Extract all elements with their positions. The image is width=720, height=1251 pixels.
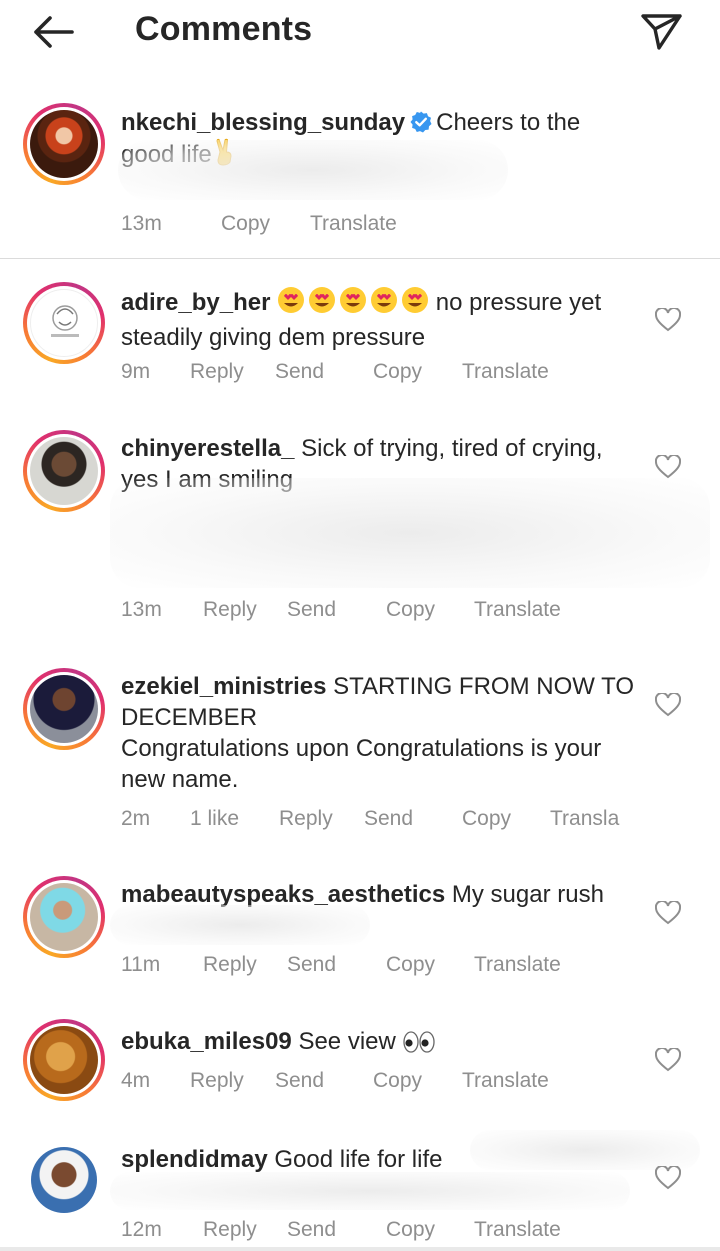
heart-outline-icon[interactable] [655, 693, 681, 717]
avatar[interactable] [23, 1019, 105, 1101]
timestamp: 13m [121, 598, 162, 621]
send-button[interactable]: Send [364, 807, 413, 831]
translate-button[interactable]: Translate [474, 1218, 561, 1242]
comment-body: My sugar rush [451, 881, 604, 908]
avatar[interactable] [23, 430, 105, 512]
page-title: Comments [135, 10, 313, 48]
send-button[interactable]: Send [275, 360, 324, 384]
avatar[interactable] [23, 668, 105, 750]
reply-button[interactable]: Reply [203, 598, 257, 622]
comment-body-continued: Congratulations upon Congratulations is … [121, 735, 602, 793]
copy-button[interactable]: Copy [462, 807, 511, 831]
translate-button[interactable]: Translate [462, 1069, 549, 1093]
avatar[interactable] [23, 1139, 105, 1221]
heart-outline-icon[interactable] [655, 1048, 681, 1072]
copy-button[interactable]: Copy [386, 1218, 435, 1242]
comment-text: adire_by_her no pressure yet steadily gi… [121, 286, 636, 353]
comment-body: Good life for life [274, 1146, 443, 1173]
username[interactable]: ebuka_miles09 [121, 1028, 292, 1055]
eyes-emoji [402, 1030, 435, 1061]
timestamp: 4m [121, 1069, 151, 1092]
copy-button[interactable]: Copy [386, 598, 435, 622]
comment-body: See view [298, 1028, 396, 1055]
comment-text: ezekiel_ministries STARTING FROM NOW TO … [121, 671, 636, 795]
heart-outline-icon[interactable] [655, 901, 681, 925]
top-bar: Comments [0, 0, 720, 62]
timestamp: 2m [121, 807, 151, 830]
heart-eyes-emoji [277, 286, 429, 322]
send-button[interactable]: Send [287, 953, 336, 977]
copy-button[interactable]: Copy [386, 953, 435, 977]
reply-button[interactable]: Reply [203, 1218, 257, 1242]
heart-outline-icon[interactable] [655, 455, 681, 479]
copy-button[interactable]: Copy [373, 360, 422, 384]
reply-button[interactable]: Reply [203, 953, 257, 977]
back-arrow-icon[interactable] [30, 12, 76, 52]
username[interactable]: mabeautyspeaks_aesthetics [121, 881, 445, 908]
paper-plane-icon[interactable] [638, 8, 684, 54]
username[interactable]: splendidmay [121, 1146, 268, 1173]
copy-button[interactable]: Copy [221, 212, 270, 236]
blurred-area [118, 140, 508, 200]
username[interactable]: ezekiel_ministries [121, 673, 326, 700]
username[interactable]: nkechi_blessing_sunday [121, 109, 405, 136]
blurred-area [110, 1172, 630, 1210]
heart-outline-icon[interactable] [655, 1166, 681, 1190]
translate-button[interactable]: Translate [310, 212, 397, 236]
blurred-area [470, 1130, 700, 1170]
blurred-area [110, 478, 710, 588]
send-button[interactable]: Send [287, 1218, 336, 1242]
timestamp: 13m [121, 212, 162, 235]
send-button[interactable]: Send [287, 598, 336, 622]
divider [0, 258, 720, 259]
blurred-area [110, 905, 370, 945]
translate-button[interactable]: Translate [474, 953, 561, 977]
verified-badge-icon [410, 111, 432, 133]
reply-button[interactable]: Reply [190, 360, 244, 384]
avatar[interactable] [23, 103, 105, 185]
likes-count[interactable]: 1 like [190, 807, 239, 831]
username[interactable]: chinyerestella_ [121, 435, 294, 462]
timestamp: 9m [121, 360, 151, 383]
avatar[interactable] [23, 282, 105, 364]
username[interactable]: adire_by_her [121, 289, 270, 316]
translate-button[interactable]: Transla [550, 807, 619, 831]
translate-button[interactable]: Translate [462, 360, 549, 384]
heart-outline-icon[interactable] [655, 308, 681, 332]
avatar[interactable] [23, 876, 105, 958]
timestamp: 11m [121, 953, 161, 976]
send-button[interactable]: Send [275, 1069, 324, 1093]
timestamp: 12m [121, 1218, 162, 1241]
bottom-border [0, 1247, 720, 1251]
reply-button[interactable]: Reply [190, 1069, 244, 1093]
translate-button[interactable]: Translate [474, 598, 561, 622]
copy-button[interactable]: Copy [373, 1069, 422, 1093]
comment-text: ebuka_miles09 See view [121, 1026, 636, 1061]
reply-button[interactable]: Reply [279, 807, 333, 831]
